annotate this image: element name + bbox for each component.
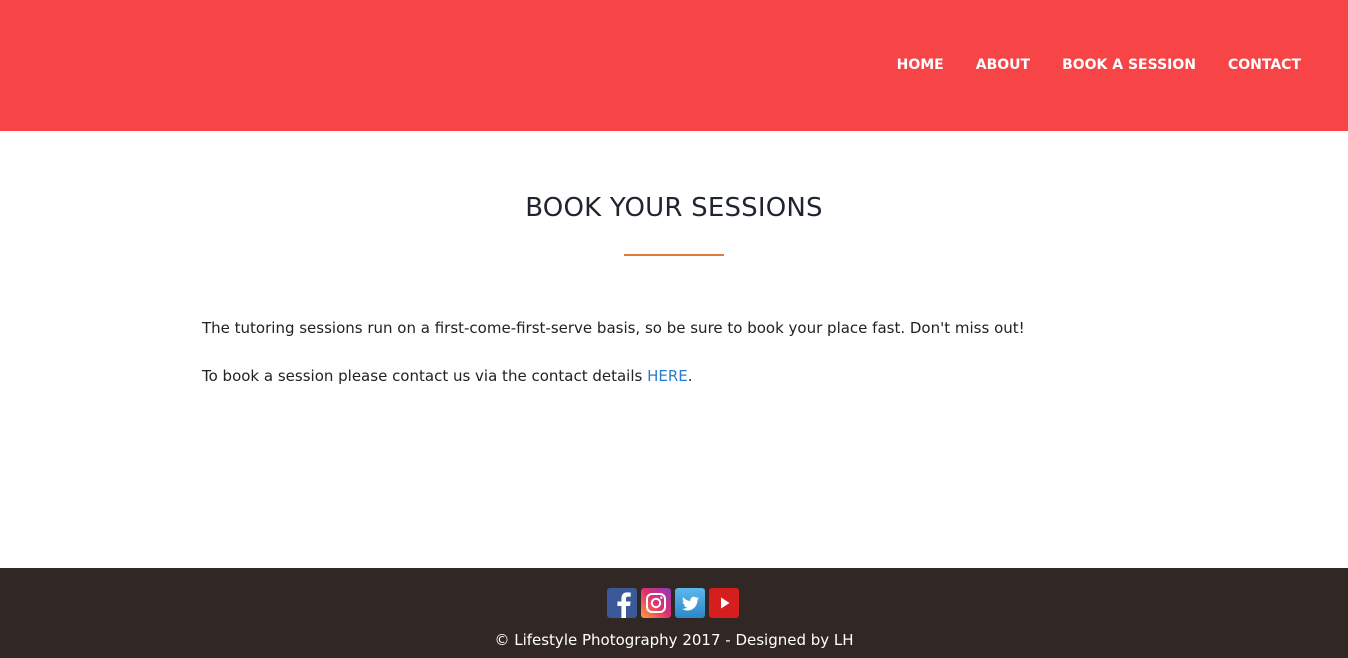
contact-here-link[interactable]: HERE <box>647 367 688 385</box>
title-underline <box>624 254 724 256</box>
youtube-icon[interactable] <box>709 588 739 618</box>
intro-paragraph: The tutoring sessions run on a first-com… <box>202 319 1025 337</box>
nav-contact-link[interactable]: CONTACT <box>1228 57 1301 73</box>
nav-book-session-link[interactable]: BOOK A SESSION <box>1062 57 1196 73</box>
facebook-icon[interactable] <box>607 588 637 618</box>
booking-text-end: . <box>687 367 693 385</box>
nav-about-link[interactable]: ABOUT <box>976 57 1030 73</box>
main-nav: HOME ABOUT BOOK A SESSION CONTACT <box>865 57 1301 73</box>
booking-text: To book a session please contact us via … <box>202 367 648 385</box>
main-content: BOOK YOUR SESSIONS The tutoring sessions… <box>0 131 1348 568</box>
site-header: HOME ABOUT BOOK A SESSION CONTACT <box>0 0 1348 131</box>
copyright-text: © Lifestyle Photography 2017 - Designed … <box>494 631 854 649</box>
nav-home-link[interactable]: HOME <box>897 57 944 73</box>
social-links <box>607 588 739 618</box>
page-title: BOOK YOUR SESSIONS <box>525 193 823 223</box>
booking-paragraph: To book a session please contact us via … <box>202 367 693 385</box>
site-footer: © Lifestyle Photography 2017 - Designed … <box>0 568 1348 658</box>
instagram-icon[interactable] <box>641 588 671 618</box>
twitter-icon[interactable] <box>675 588 705 618</box>
